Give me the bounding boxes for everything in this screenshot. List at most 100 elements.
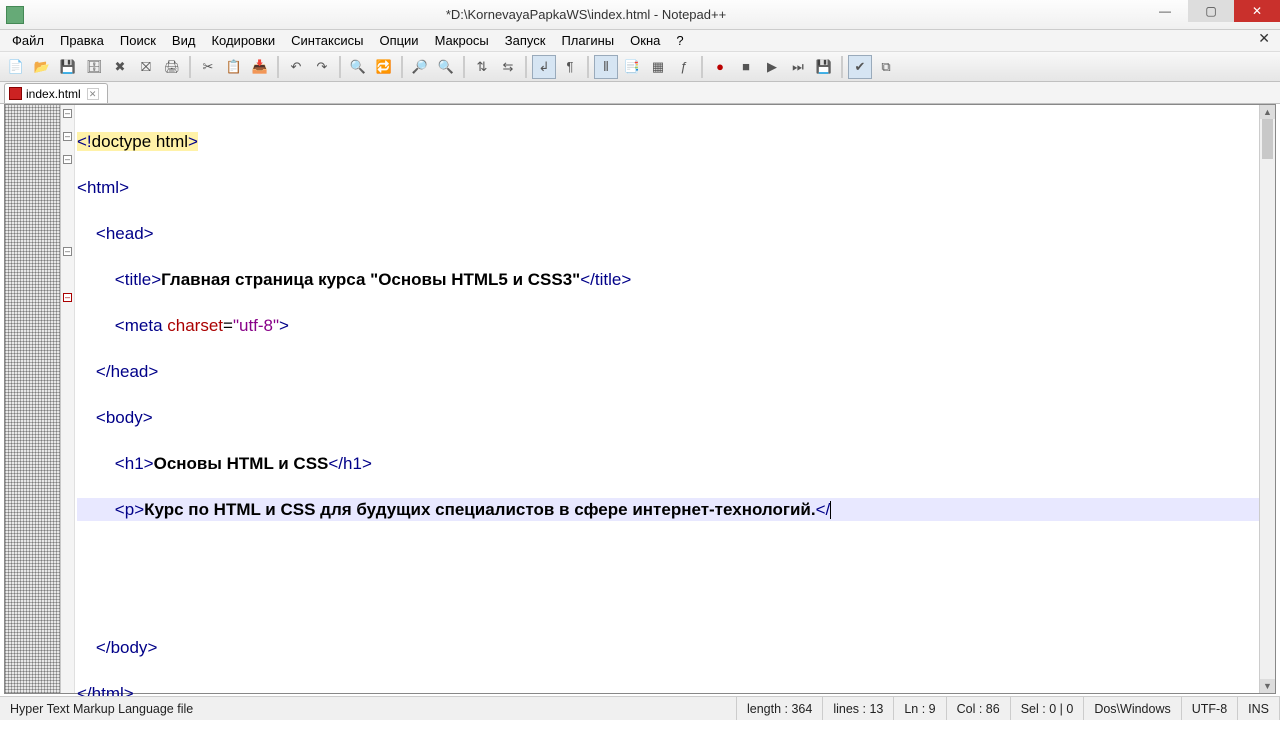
menu-macros[interactable]: Макросы	[427, 32, 497, 49]
status-encoding[interactable]: UTF-8	[1182, 697, 1238, 720]
modified-disk-icon	[9, 87, 22, 100]
compare-icon[interactable]: ⧉	[874, 55, 898, 79]
menu-encoding[interactable]: Кодировки	[203, 32, 283, 49]
editor: – – – – – <!doctype html> <html> <head> …	[4, 104, 1276, 694]
open-file-icon[interactable]: 📂	[30, 55, 54, 79]
save-macro-icon[interactable]: 💾	[812, 55, 836, 79]
scroll-thumb[interactable]	[1262, 119, 1273, 159]
toolbar-sep	[587, 56, 589, 78]
scroll-down-icon[interactable]: ▼	[1260, 679, 1275, 693]
redo-icon[interactable]: ↷	[310, 55, 334, 79]
file-tab[interactable]: index.html ✕	[4, 83, 108, 103]
paste-icon[interactable]: 📥	[248, 55, 272, 79]
toolbar-sep	[525, 56, 527, 78]
indent-guide-icon[interactable]: ⦀	[594, 55, 618, 79]
word-wrap-icon[interactable]: ↲	[532, 55, 556, 79]
close-all-icon[interactable]: ⛝	[134, 55, 158, 79]
toolbar-sep	[277, 56, 279, 78]
fold-box-icon[interactable]: –	[63, 132, 72, 141]
menu-mdi-close[interactable]: ✕	[1252, 30, 1276, 47]
tabbar: index.html ✕	[0, 82, 1280, 104]
window-title: *D:\KornevayaPapkaWS\index.html - Notepa…	[30, 7, 1142, 22]
window-controls: — ▢ ✕	[1142, 0, 1280, 29]
menu-syntax[interactable]: Синтаксисы	[283, 32, 371, 49]
zoom-out-icon[interactable]: 🔍	[434, 55, 458, 79]
print-icon[interactable]: 🖨	[160, 55, 184, 79]
app-icon	[6, 6, 24, 24]
user-lang-icon[interactable]: 📑	[620, 55, 644, 79]
toolbar-sep	[701, 56, 703, 78]
statusbar: Hyper Text Markup Language file length :…	[0, 696, 1280, 720]
status-ln: Ln : 9	[894, 697, 946, 720]
toolbar-sep	[463, 56, 465, 78]
code-line: <html>	[77, 176, 1275, 199]
cut-icon[interactable]: ✂	[196, 55, 220, 79]
menu-file[interactable]: Файл	[4, 32, 52, 49]
zoom-in-icon[interactable]: 🔎	[408, 55, 432, 79]
new-file-icon[interactable]: 📄	[4, 55, 28, 79]
show-all-chars-icon[interactable]: ¶	[558, 55, 582, 79]
line-number-margin	[5, 105, 61, 693]
status-filetype: Hyper Text Markup Language file	[0, 697, 737, 720]
record-icon[interactable]: ●	[708, 55, 732, 79]
close-button[interactable]: ✕	[1234, 0, 1280, 22]
code-line: </body>	[77, 636, 1275, 659]
menu-edit[interactable]: Правка	[52, 32, 112, 49]
menu-search[interactable]: Поиск	[112, 32, 164, 49]
vertical-scrollbar[interactable]: ▲ ▼	[1259, 105, 1275, 693]
menu-windows[interactable]: Окна	[622, 32, 668, 49]
fold-box-icon[interactable]: –	[63, 109, 72, 118]
status-length: length : 364	[737, 697, 823, 720]
code-line: <body>	[77, 406, 1275, 429]
find-icon[interactable]: 🔍	[346, 55, 370, 79]
status-col: Col : 86	[947, 697, 1011, 720]
close-file-icon[interactable]: ✖	[108, 55, 132, 79]
toolbar-sep	[841, 56, 843, 78]
code-line: <meta charset="utf-8">	[77, 314, 1275, 337]
code-line: <!doctype html>	[77, 130, 1275, 153]
sync-v-icon[interactable]: ⇅	[470, 55, 494, 79]
code-line	[77, 590, 1275, 613]
code-line	[77, 544, 1275, 567]
menu-plugins[interactable]: Плагины	[553, 32, 622, 49]
save-all-icon[interactable]: 🗄	[82, 55, 106, 79]
fold-box-icon[interactable]: –	[63, 247, 72, 256]
menu-options[interactable]: Опции	[371, 32, 426, 49]
status-lines: lines : 13	[823, 697, 894, 720]
status-mode[interactable]: INS	[1238, 697, 1280, 720]
text-cursor	[830, 501, 831, 519]
play-multi-icon[interactable]: ⏭	[786, 55, 810, 79]
func-list-icon[interactable]: ƒ	[672, 55, 696, 79]
toolbar-sep	[189, 56, 191, 78]
undo-icon[interactable]: ↶	[284, 55, 308, 79]
code-line: <title>Главная страница курса "Основы HT…	[77, 268, 1275, 291]
code-line-current: <p>Курс по HTML и CSS для будущих специа…	[77, 498, 1275, 521]
maximize-button[interactable]: ▢	[1188, 0, 1234, 22]
titlebar: *D:\KornevayaPapkaWS\index.html - Notepa…	[0, 0, 1280, 30]
fold-box-icon[interactable]: –	[63, 293, 72, 302]
tab-filename: index.html	[26, 87, 81, 101]
doc-map-icon[interactable]: ▦	[646, 55, 670, 79]
code-area[interactable]: <!doctype html> <html> <head> <title>Гла…	[75, 105, 1275, 693]
toolbar: 📄 📂 💾 🗄 ✖ ⛝ 🖨 ✂ 📋 📥 ↶ ↷ 🔍 🔁 🔎 🔍 ⇅ ⇆ ↲ ¶ …	[0, 52, 1280, 82]
menu-view[interactable]: Вид	[164, 32, 204, 49]
status-sel: Sel : 0 | 0	[1011, 697, 1085, 720]
status-eol[interactable]: Dos\Windows	[1084, 697, 1181, 720]
menu-help[interactable]: ?	[668, 32, 691, 49]
menubar: Файл Правка Поиск Вид Кодировки Синтакси…	[0, 30, 1280, 52]
fold-margin: – – – – –	[61, 105, 75, 693]
minimize-button[interactable]: —	[1142, 0, 1188, 22]
stop-icon[interactable]: ■	[734, 55, 758, 79]
spell-check-icon[interactable]: ✔	[848, 55, 872, 79]
fold-box-icon[interactable]: –	[63, 155, 72, 164]
play-icon[interactable]: ▶	[760, 55, 784, 79]
menu-run[interactable]: Запуск	[497, 32, 554, 49]
sync-h-icon[interactable]: ⇆	[496, 55, 520, 79]
code-line: <head>	[77, 222, 1275, 245]
copy-icon[interactable]: 📋	[222, 55, 246, 79]
save-icon[interactable]: 💾	[56, 55, 80, 79]
code-line: </head>	[77, 360, 1275, 383]
scroll-up-icon[interactable]: ▲	[1260, 105, 1275, 119]
replace-icon[interactable]: 🔁	[372, 55, 396, 79]
tab-close-icon[interactable]: ✕	[87, 88, 99, 100]
